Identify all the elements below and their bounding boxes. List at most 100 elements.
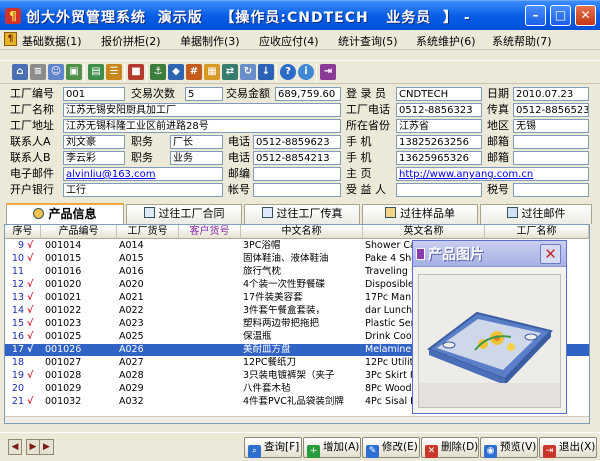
login-field[interactable]: CNDTECH	[396, 87, 482, 101]
homepage-label: 主 页	[346, 167, 372, 180]
menu-payables[interactable]: 应收应付(4)	[259, 33, 319, 49]
download-icon[interactable]: ↓	[258, 64, 274, 80]
phone-a-field[interactable]: 0512-8859623	[253, 135, 341, 149]
database-icon[interactable]: ≡	[30, 64, 46, 80]
picture-icon	[416, 248, 425, 260]
column-header[interactable]: 序号	[5, 225, 41, 239]
last-record-icon[interactable]: ▶	[40, 439, 54, 455]
mail-field[interactable]	[253, 167, 341, 181]
users-icon[interactable]: ☺	[48, 64, 64, 80]
tab-factory-contracts[interactable]: 过往工厂合同	[126, 204, 242, 224]
column-header[interactable]: 产品编号	[41, 225, 117, 239]
menu-help[interactable]: 系统帮助(7)	[492, 33, 552, 49]
search-button[interactable]: ⌕ 查询[F]	[244, 437, 302, 458]
maximize-button[interactable]: □	[550, 5, 571, 26]
horizontal-scrollbar[interactable]	[5, 416, 589, 423]
add-button[interactable]: + 增加(A)	[303, 437, 361, 458]
cube-icon[interactable]: ■	[128, 64, 144, 80]
table-cell-chk: √	[27, 331, 34, 342]
help-icon[interactable]: ?	[280, 64, 296, 80]
bank-field[interactable]: 工行	[63, 183, 223, 197]
phone-a-label: 电话	[228, 135, 250, 148]
calc-icon[interactable]: #	[186, 64, 202, 80]
image-icon[interactable]: ▣	[66, 64, 82, 80]
chart-icon[interactable]: ▤	[88, 64, 104, 80]
mobile-b-field[interactable]: 13625965326	[396, 151, 482, 165]
search-button-label: 查询[F]	[264, 441, 300, 453]
minimize-button[interactable]: –	[525, 5, 546, 26]
contact-a-field[interactable]: 刘文豪	[63, 135, 125, 149]
email-b-field[interactable]	[513, 151, 589, 165]
list-icon[interactable]: ☰	[106, 64, 122, 80]
fax-field[interactable]: 0512-8856523	[513, 103, 589, 117]
province-field[interactable]: 江苏省	[396, 119, 482, 133]
first-record-icon[interactable]: ◀	[8, 439, 22, 455]
preview-button[interactable]: ◉ 预览(V)	[480, 437, 538, 458]
date-field[interactable]: 2010.07.23	[513, 87, 589, 101]
email-a-field[interactable]	[513, 135, 589, 149]
post-a-field[interactable]: 厂长	[170, 135, 223, 149]
column-header[interactable]: 英文名称	[363, 225, 485, 239]
factory-name-field[interactable]: 江苏无锡安阳厨具加工厂	[63, 103, 341, 117]
cart-icon[interactable]: ◆	[168, 64, 184, 80]
post-a-label: 职务	[131, 135, 153, 148]
preview-button-label: 预览(V)	[500, 441, 537, 453]
region-field[interactable]: 无锡	[513, 119, 589, 133]
tax-label: 税号	[487, 183, 509, 196]
tab-factory-fax[interactable]: 过往工厂传真	[244, 204, 360, 224]
trade-amount-field[interactable]: 689,759.60	[275, 87, 341, 101]
edit-button-label: 修改(E)	[382, 441, 418, 453]
edit-button[interactable]: ✎ 修改(E)	[362, 437, 420, 458]
next-record-icon[interactable]: ▶	[26, 439, 40, 455]
mobile-a-field[interactable]: 13825263256	[396, 135, 482, 149]
table-cell-fno: A032	[119, 396, 144, 407]
table-header: 序号 产品编号 工厂货号 客户货号 中文名称 英文名称 工厂名称	[5, 225, 589, 239]
phone-b-field[interactable]: 0512-8854213	[253, 151, 341, 165]
contract-icon	[143, 207, 155, 218]
homepage-field[interactable]: http://www.anyang.com.cn	[396, 167, 589, 181]
menu-quote[interactable]: 报价拼柜(2)	[101, 33, 161, 49]
tab-label: 过往邮件	[521, 207, 566, 220]
close-button[interactable]: ✕	[575, 5, 596, 26]
tab-sample-orders[interactable]: 过往样品单	[362, 204, 478, 224]
table-cell-code: 001016	[45, 266, 82, 277]
account-field[interactable]	[253, 183, 341, 197]
tab-product-info[interactable]: 产品信息	[6, 203, 124, 225]
menu-statistics[interactable]: 统计查询(5)	[338, 33, 398, 49]
info-icon[interactable]: i	[298, 64, 314, 80]
product-image	[418, 274, 561, 408]
column-header[interactable]: 客户货号	[179, 225, 241, 239]
grid-icon[interactable]: ▦	[204, 64, 220, 80]
menu-basic-data[interactable]: 基础数据(1)	[22, 33, 82, 49]
tab-strip: 产品信息 过往工厂合同 过往工厂传真 过往样品单 过往邮件	[0, 203, 600, 225]
trade-count-field[interactable]: 5	[185, 87, 223, 101]
table-cell-no: 18	[11, 357, 24, 368]
column-header[interactable]: 中文名称	[241, 225, 363, 239]
tax-field[interactable]	[513, 183, 589, 197]
swap-icon[interactable]: ⇄	[222, 64, 238, 80]
table-cell-no: 21	[11, 396, 24, 407]
home-icon[interactable]: ⌂	[12, 64, 28, 80]
popup-title-bar[interactable]: 产品图片 ✕	[413, 241, 566, 267]
post-b-field[interactable]: 业务	[170, 151, 223, 165]
beneficiary-field[interactable]	[396, 183, 482, 197]
exit-button[interactable]: ⇥ 退出(X)	[539, 437, 597, 458]
email-field[interactable]: alvinliu@163.com	[63, 167, 223, 181]
popup-title: 产品图片	[428, 247, 484, 263]
refresh-icon[interactable]: ↻	[240, 64, 256, 80]
factory-address-field[interactable]: 江苏无锡科隆工业区前进路28号	[63, 119, 341, 133]
column-header[interactable]: 工厂货号	[117, 225, 179, 239]
ship-icon[interactable]: ⚓	[150, 64, 166, 80]
delete-button[interactable]: ✕ 删除(D)	[421, 437, 479, 458]
factory-no-field[interactable]: 001	[63, 87, 125, 101]
column-header[interactable]: 工厂名称	[485, 225, 589, 239]
table-cell-cno	[181, 357, 241, 369]
contact-b-field[interactable]: 李云彩	[63, 151, 125, 165]
table-cell-code: 001028	[45, 370, 82, 381]
menu-maintenance[interactable]: 系统维护(6)	[416, 33, 476, 49]
tab-emails[interactable]: 过往邮件	[480, 204, 592, 224]
exit-icon[interactable]: ⇥	[320, 64, 336, 80]
popup-close-button[interactable]: ✕	[540, 244, 561, 264]
menu-documents[interactable]: 单据制作(3)	[180, 33, 240, 49]
factory-phone-field[interactable]: 0512-8856323	[396, 103, 482, 117]
